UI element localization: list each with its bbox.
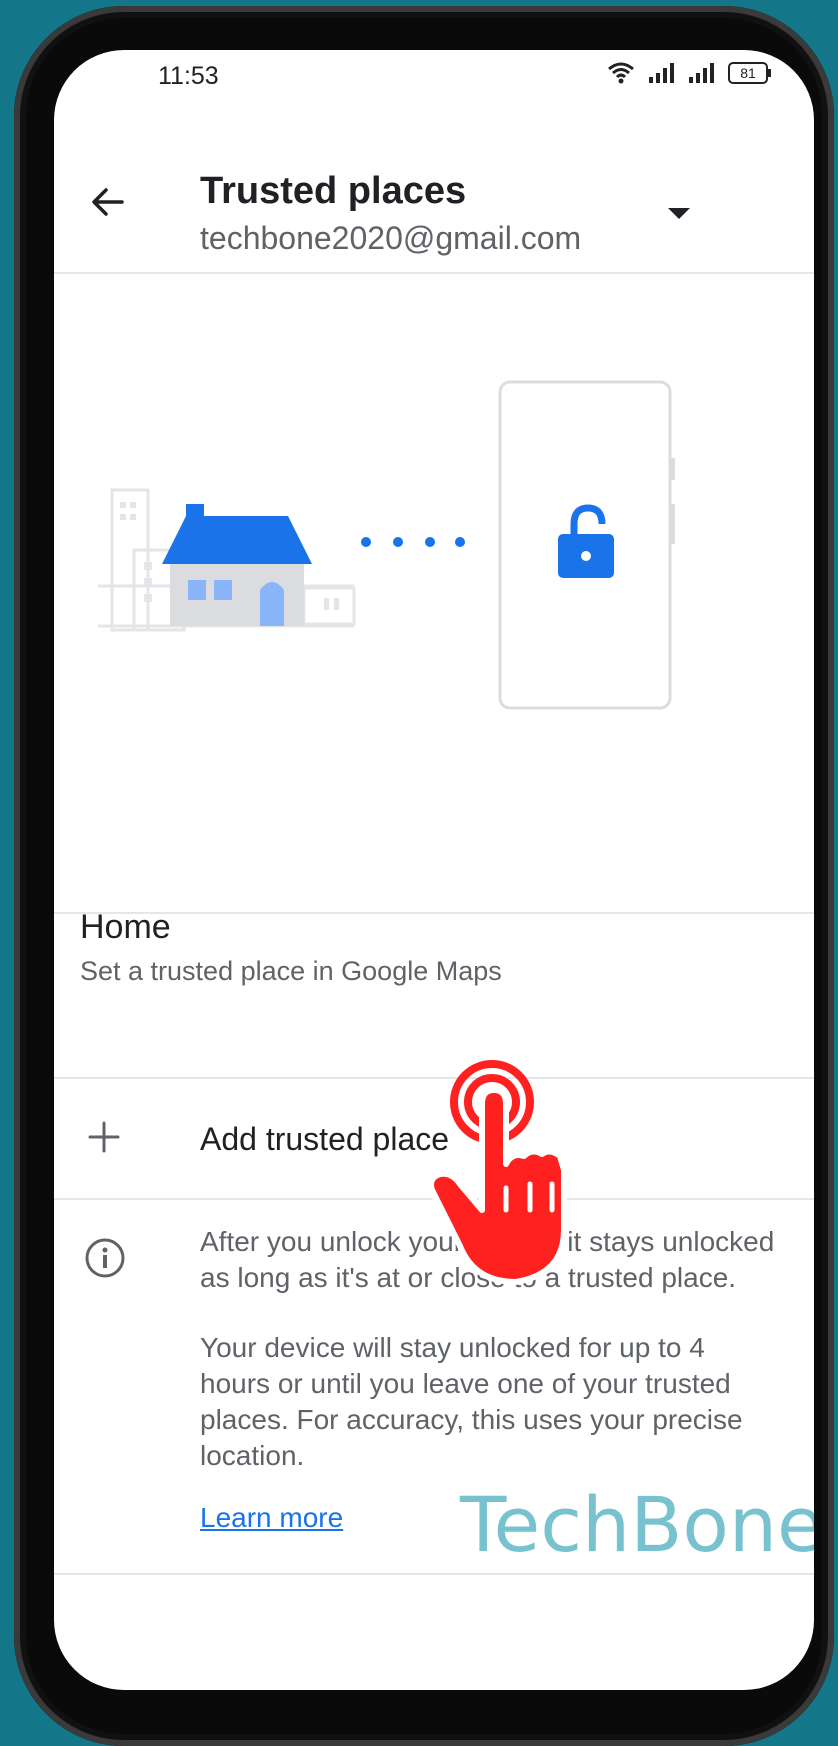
status-time: 11:53: [158, 62, 219, 90]
status-bar: 11:53 81: [54, 50, 814, 110]
info-icon: [85, 1238, 125, 1278]
trusted-places-illustration: [98, 380, 675, 710]
page-title: Trusted places: [200, 170, 467, 212]
connection-dots: [361, 537, 465, 547]
signal-icon-2: [689, 63, 714, 83]
wifi-icon: [608, 62, 634, 84]
add-trusted-place-label: Add trusted place: [200, 1121, 450, 1157]
house-icon: [162, 504, 312, 626]
status-icons: 81: [608, 62, 771, 84]
learn-more-link[interactable]: Learn more: [200, 1502, 343, 1534]
plus-icon: [88, 1121, 120, 1153]
divider: [54, 1573, 814, 1575]
home-title: Home: [80, 908, 171, 946]
app-bar: Trusted places techbone2020@gmail.com: [54, 110, 814, 274]
back-arrow-icon[interactable]: [88, 182, 128, 222]
tap-hand-icon: [430, 1060, 567, 1285]
home-subtitle: Set a trusted place in Google Maps: [80, 956, 502, 986]
info-paragraph-2: Your device will stay unlocked for up to…: [200, 1332, 743, 1471]
account-email[interactable]: techbone2020@gmail.com: [200, 220, 581, 257]
phone-screen: 11:53 81 Trusted places techbone2020@gma…: [54, 50, 814, 1690]
battery-icon: 81: [728, 62, 771, 84]
watermark: TechBone: [460, 1480, 814, 1569]
account-dropdown-icon[interactable]: [668, 208, 690, 219]
signal-icon: [649, 63, 674, 83]
